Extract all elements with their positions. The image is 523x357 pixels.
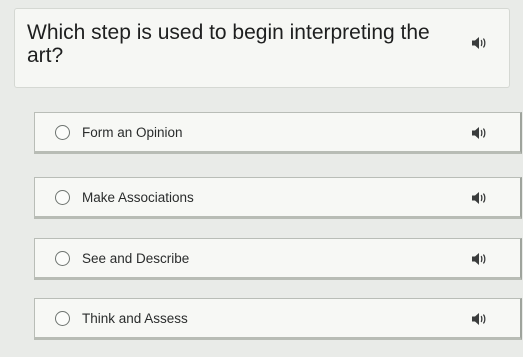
question-text: Which step is used to begin interpreting… (27, 21, 430, 67)
option-label: Make Associations (82, 190, 194, 205)
answer-option-3[interactable]: See and Describe (34, 238, 522, 280)
radio-button[interactable] (55, 190, 70, 205)
speaker-icon[interactable] (471, 126, 487, 140)
question-card: Which step is used to begin interpreting… (14, 8, 510, 88)
answer-option-2[interactable]: Make Associations (34, 177, 522, 219)
speaker-icon[interactable] (471, 312, 487, 326)
speaker-icon[interactable] (471, 252, 487, 266)
radio-button[interactable] (55, 125, 70, 140)
option-label: Form an Opinion (82, 125, 183, 140)
option-label: See and Describe (82, 251, 190, 266)
radio-button[interactable] (55, 251, 70, 266)
answer-option-4[interactable]: Think and Assess (34, 298, 522, 340)
answer-option-1[interactable]: Form an Opinion (34, 112, 522, 154)
speaker-icon[interactable] (471, 36, 487, 50)
speaker-icon[interactable] (471, 191, 487, 205)
radio-button[interactable] (55, 311, 70, 326)
option-label: Think and Assess (82, 311, 188, 326)
